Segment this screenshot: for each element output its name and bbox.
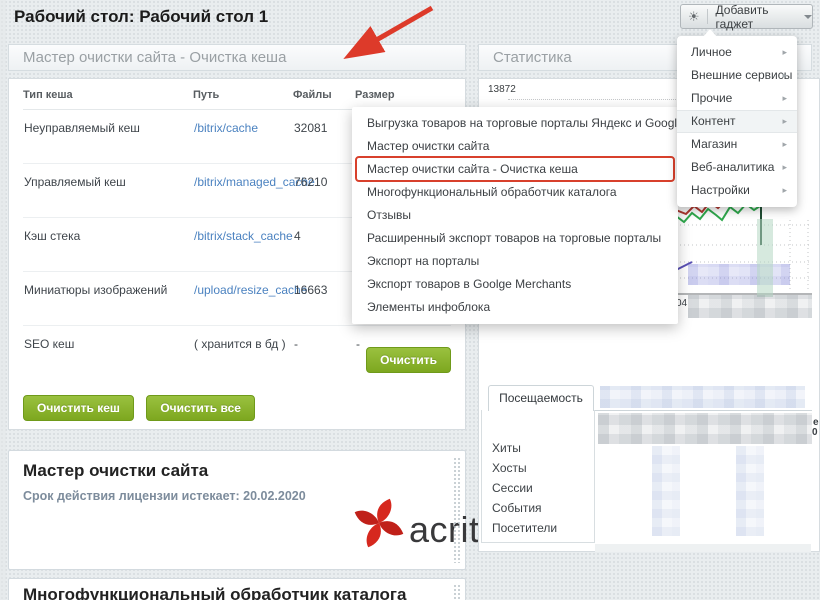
cache-path-static: ( хранится в бд )	[193, 326, 293, 394]
page-title: Рабочий стол: Рабочий стол 1	[14, 7, 268, 27]
cache-type: Неуправляемый кеш	[23, 110, 193, 164]
menu-item-other[interactable]: Прочие▸	[677, 87, 797, 110]
clear-all-button[interactable]: Очистить все	[146, 395, 255, 421]
submenu-arrow-icon: ▸	[782, 179, 787, 202]
submenu-item[interactable]: Мастер очистки сайта	[352, 135, 678, 158]
clear-seo-button[interactable]: Очистить	[366, 347, 451, 373]
license-expiry-text: Срок действия лицензии истекает: 20.02.2…	[23, 489, 306, 503]
cache-path-link[interactable]: /bitrix/cache	[194, 121, 258, 135]
metric-hosts: Хосты	[482, 458, 594, 478]
add-gadget-button[interactable]: ☀ Добавить гаджет	[680, 4, 813, 29]
submenu-item-highlighted[interactable]: Мастер очистки сайта - Очистка кеша	[352, 158, 678, 181]
clipped-text-fragment: 0	[812, 427, 818, 438]
submenu-arrow-icon: ▸	[782, 156, 787, 179]
col-header-size: Размер	[355, 79, 451, 110]
submenu-item[interactable]: Отзывы	[352, 204, 678, 227]
redacted-region	[595, 544, 811, 552]
submenu-item[interactable]: Выгрузка товаров на торговые порталы Янд…	[352, 112, 678, 135]
widget-drag-handle[interactable]	[453, 584, 461, 600]
stats-metrics-box: Хиты Хосты Сессии События Посетители	[481, 410, 595, 543]
clear-cache-button[interactable]: Очистить кеш	[23, 395, 134, 421]
submenu-arrow-icon: ▸	[782, 64, 787, 87]
submenu-arrow-icon: ▸	[782, 41, 787, 64]
add-gadget-label: Добавить гаджет	[716, 3, 796, 31]
annotation-arrow	[330, 2, 442, 66]
submenu-item[interactable]: Многофункциональный обработчик каталога	[352, 181, 678, 204]
tab-visits[interactable]: Посещаемость	[488, 385, 594, 411]
cache-type: Миниатюры изображений	[23, 272, 193, 326]
cache-files: 4	[293, 218, 355, 272]
cache-files: 32081	[293, 110, 355, 164]
cache-type: SEO кеш	[23, 326, 193, 394]
cache-actions: Очистить кеш Очистить все	[23, 395, 263, 421]
metric-events: События	[482, 498, 594, 518]
cache-files: 76210	[293, 164, 355, 218]
redacted-region	[688, 264, 790, 285]
submenu-item[interactable]: Экспорт на порталы	[352, 250, 678, 273]
cache-files: 16663	[293, 272, 355, 326]
col-header-type: Тип кеша	[23, 79, 193, 110]
content-submenu: Выгрузка товаров на торговые порталы Янд…	[352, 107, 678, 324]
cache-type: Управляемый кеш	[23, 164, 193, 218]
redacted-region	[736, 446, 764, 536]
submenu-item[interactable]: Экспорт товаров в Goolge Merchants	[352, 273, 678, 296]
cache-type: Кэш стека	[23, 218, 193, 272]
submenu-item[interactable]: Элементы инфоблока	[352, 296, 678, 319]
redacted-region	[688, 295, 812, 318]
menu-item-external-services[interactable]: Внешние сервисы▸	[677, 64, 797, 87]
catalog-widget: Многофункциональный обработчик каталога	[8, 578, 466, 600]
catalog-widget-title: Многофункциональный обработчик каталога	[23, 585, 406, 600]
redacted-region	[600, 386, 805, 408]
widget-drag-handle[interactable]	[453, 457, 461, 563]
chart-y-max-label: 13872	[488, 84, 516, 95]
acrit-logo-icon	[352, 495, 406, 551]
stats-widget-title: Статистика	[493, 49, 572, 66]
metric-visitors: Посетители	[482, 518, 594, 538]
menu-item-content[interactable]: Контент▸	[677, 110, 797, 133]
menu-item-shop[interactable]: Магазин▸	[677, 133, 797, 156]
chart-top-gridline	[508, 99, 678, 100]
caret-down-icon	[804, 15, 812, 19]
cache-path-link[interactable]: /bitrix/stack_cache	[194, 229, 293, 243]
cache-table-header-row: Тип кеша Путь Файлы Размер	[23, 79, 451, 110]
cache-files: -	[293, 326, 355, 394]
acrit-logo-text: acrit	[409, 509, 480, 551]
col-header-files: Файлы	[293, 79, 355, 110]
menu-item-personal[interactable]: Личное▸	[677, 41, 797, 64]
redacted-region	[652, 446, 680, 536]
menu-item-settings[interactable]: Настройки▸	[677, 179, 797, 202]
metric-hits: Хиты	[482, 438, 594, 458]
lightbulb-icon: ☀	[681, 5, 707, 28]
submenu-arrow-icon: ▸	[782, 110, 787, 133]
redacted-region	[757, 219, 773, 297]
submenu-arrow-icon: ▸	[782, 133, 787, 156]
gadget-menu: Личное▸ Внешние сервисы▸ Прочие▸ Контент…	[677, 36, 797, 207]
license-widget: Мастер очистки сайта Срок действия лицен…	[8, 450, 466, 570]
menu-item-web-analytics[interactable]: Веб-аналитика▸	[677, 156, 797, 179]
cache-path-link[interactable]: /upload/resize_cache	[194, 283, 307, 297]
cache-widget-title: Мастер очистки сайта - Очистка кеша	[23, 49, 286, 66]
button-separator	[707, 9, 708, 24]
col-header-path: Путь	[193, 79, 293, 110]
menu-pointer-arrow	[702, 29, 718, 38]
metric-sessions: Сессии	[482, 478, 594, 498]
redacted-region	[598, 413, 812, 444]
page-left-gutter	[0, 0, 6, 600]
license-widget-title: Мастер очистки сайта	[23, 461, 208, 481]
submenu-arrow-icon: ▸	[782, 87, 787, 110]
submenu-item[interactable]: Расширенный экспорт товаров на торговые …	[352, 227, 678, 250]
